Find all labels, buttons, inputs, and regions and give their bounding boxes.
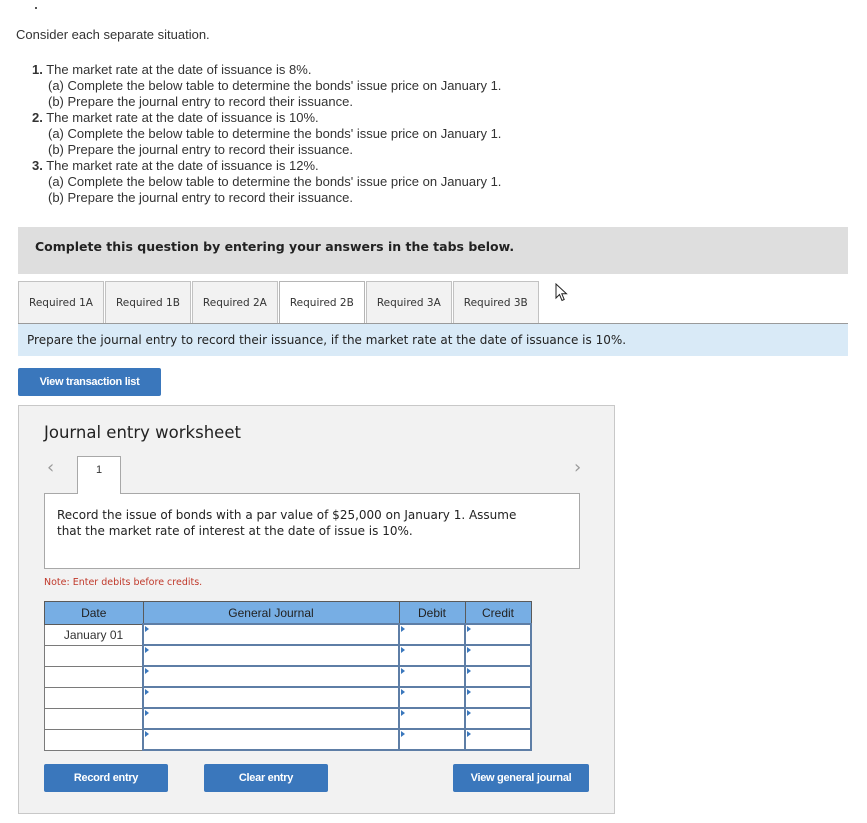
situation-part: (a) Complete the below table to determin… [48, 126, 502, 141]
situation-2: 2. The market rate at the date of issuan… [32, 110, 501, 158]
transaction-description: Record the issue of bonds with a par val… [44, 493, 580, 569]
date-cell [44, 707, 144, 730]
situation-number: 1. [32, 62, 43, 77]
situation-text: The market rate at the date of issuance … [46, 158, 319, 173]
record-entry-button[interactable]: Record entry [44, 764, 168, 792]
debit-input[interactable] [398, 686, 466, 709]
date-cell [44, 644, 144, 667]
account-input[interactable] [142, 728, 400, 751]
account-input[interactable] [142, 665, 400, 688]
tab-required-3a[interactable]: Required 3A [365, 281, 452, 324]
situation-3: 3. The market rate at the date of issuan… [32, 158, 501, 206]
situation-text: The market rate at the date of issuance … [46, 62, 312, 77]
credit-input[interactable] [464, 707, 532, 730]
journal-table: Date General Journal Debit Credit Januar… [44, 601, 532, 751]
account-input[interactable] [142, 686, 400, 709]
journal-entry-worksheet: Journal entry worksheet ‹ 1 › Record the… [18, 405, 615, 814]
chevron-left-icon[interactable]: ‹ [47, 457, 54, 478]
credit-input[interactable] [464, 728, 532, 751]
worksheet-title: Journal entry worksheet [44, 423, 241, 442]
instruction-text: Prepare the journal entry to record thei… [27, 333, 627, 347]
account-input[interactable] [142, 644, 400, 667]
tab-required-3b[interactable]: Required 3B [452, 281, 539, 324]
chevron-right-icon[interactable]: › [574, 457, 581, 478]
table-row [44, 707, 532, 730]
header-debit: Debit [398, 601, 466, 625]
table-header-row: Date General Journal Debit Credit [44, 601, 532, 625]
view-general-journal-button[interactable]: View general journal [453, 764, 589, 792]
clear-entry-button[interactable]: Clear entry [204, 764, 328, 792]
header-credit: Credit [464, 601, 532, 625]
situation-part: (a) Complete the below table to determin… [48, 78, 502, 93]
tab-required-2b[interactable]: Required 2B [278, 281, 365, 324]
table-row [44, 686, 532, 709]
situation-1: 1. The market rate at the date of issuan… [32, 62, 501, 110]
account-input[interactable] [142, 707, 400, 730]
tab-required-2a[interactable]: Required 2A [191, 281, 278, 324]
intro-text: Consider each separate situation. [16, 27, 210, 42]
situation-number: 2. [32, 110, 43, 125]
table-row [44, 644, 532, 667]
required-tabs: Required 1A Required 1B Required 2A Requ… [18, 281, 540, 324]
account-input[interactable] [142, 623, 400, 646]
view-transaction-list-button[interactable]: View transaction list [18, 368, 161, 396]
debit-input[interactable] [398, 707, 466, 730]
credit-input[interactable] [464, 686, 532, 709]
situation-part: (b) Prepare the journal entry to record … [48, 190, 353, 205]
tab-required-1b[interactable]: Required 1B [104, 281, 191, 324]
credit-input[interactable] [464, 665, 532, 688]
debit-input[interactable] [398, 665, 466, 688]
instructions-banner: Complete this question by entering your … [18, 227, 848, 274]
situation-list: 1. The market rate at the date of issuan… [32, 62, 501, 206]
situation-number: 3. [32, 158, 43, 173]
debit-input[interactable] [398, 644, 466, 667]
description-text: Record the issue of bonds with a par val… [57, 508, 517, 538]
situation-text: The market rate at the date of issuance … [46, 110, 319, 125]
date-cell [44, 686, 144, 709]
banner-text: Complete this question by entering your … [35, 239, 515, 254]
table-row [44, 728, 532, 751]
credit-input[interactable] [464, 623, 532, 646]
stray-dot [35, 7, 37, 9]
credit-input[interactable] [464, 644, 532, 667]
tab-required-1a[interactable]: Required 1A [18, 281, 104, 324]
tab-instruction: Prepare the journal entry to record thei… [18, 324, 848, 356]
entry-tab-1[interactable]: 1 [77, 456, 121, 494]
date-cell: January 01 [44, 623, 144, 646]
debit-input[interactable] [398, 623, 466, 646]
situation-part: (b) Prepare the journal entry to record … [48, 142, 353, 157]
situation-part: (b) Prepare the journal entry to record … [48, 94, 353, 109]
date-cell [44, 665, 144, 688]
header-date: Date [44, 601, 144, 625]
date-cell [44, 728, 144, 751]
table-row: January 01 [44, 623, 532, 646]
header-general-journal: General Journal [142, 601, 400, 625]
table-row [44, 665, 532, 688]
situation-part: (a) Complete the below table to determin… [48, 174, 502, 189]
debit-input[interactable] [398, 728, 466, 751]
debit-credit-note: Note: Enter debits before credits. [44, 577, 203, 588]
mouse-cursor-icon [555, 283, 568, 302]
